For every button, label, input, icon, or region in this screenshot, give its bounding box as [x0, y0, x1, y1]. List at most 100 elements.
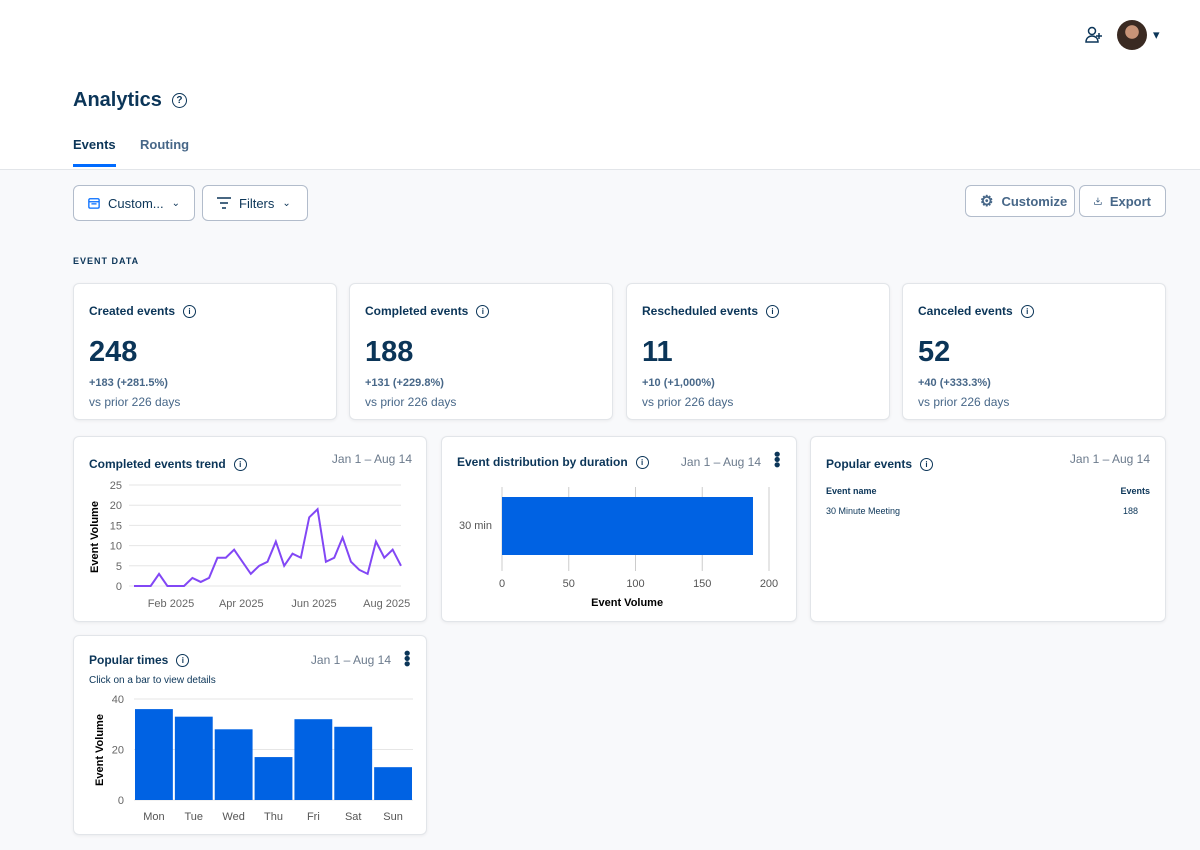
x-tick-label: 200: [760, 578, 778, 590]
y-axis-label: Event Volume: [94, 714, 106, 786]
x-tick-label: Apr 2025: [219, 598, 264, 610]
page-title: Analytics?: [73, 89, 187, 112]
column-header-event-name: Event name: [826, 486, 877, 496]
x-tick-label: 150: [693, 578, 711, 590]
stat-label-text: Completed events: [365, 304, 469, 318]
column-header-events: Events: [1120, 486, 1150, 496]
bar-thu: [254, 757, 293, 800]
stat-card: Completed events i 188 +131 (+229.8%) vs …: [349, 283, 613, 420]
x-tick-label: Sun: [383, 811, 403, 823]
y-tick-label: 30 min: [459, 520, 492, 532]
duration-bar-chart: 0 50 100 150 200 30 min Event Volume: [459, 487, 778, 609]
tab-events[interactable]: Events: [73, 137, 116, 167]
x-tick-label: 100: [626, 578, 644, 590]
stat-label-text: Rescheduled events: [642, 304, 759, 318]
stat-label-text: Created events: [89, 304, 176, 318]
gear-icon: ⚙: [980, 193, 994, 210]
info-icon[interactable]: i: [766, 304, 780, 318]
stat-compare: vs prior 226 days: [918, 395, 1010, 409]
info-icon[interactable]: i: [1020, 304, 1034, 318]
popular-times-card: Popular times i Jan 1 – Aug 14 ••• Click …: [73, 635, 427, 835]
bar-mon: [135, 709, 173, 800]
x-axis-label: Event Volume: [591, 597, 663, 609]
calendar-icon: [88, 198, 100, 209]
stat-card: Created events i 248 +183 (+281.5%) vs pr…: [73, 283, 337, 420]
x-tick-label: Aug 2025: [363, 598, 410, 610]
info-icon[interactable]: i: [920, 457, 934, 471]
stat-card: Rescheduled events i 11 +10 (+1,000%) vs …: [626, 283, 890, 420]
card-title-text: Popular events: [826, 457, 913, 471]
stat-compare: vs prior 226 days: [642, 395, 734, 409]
stat-compare: vs prior 226 days: [365, 395, 457, 409]
stat-value: 188: [365, 336, 414, 368]
info-icon[interactable]: i: [476, 304, 490, 318]
line-chart: 0 5 10 15 20 25 Feb 2025 Apr 2025 Jun 2025 Aug 20…: [89, 480, 410, 610]
x-tick-label: 0: [499, 578, 505, 590]
stat-label: Rescheduled events i: [642, 304, 780, 318]
download-icon: [1094, 197, 1102, 205]
add-user-icon[interactable]: [1085, 26, 1103, 44]
stat-label: Canceled events i: [918, 304, 1034, 318]
avatar[interactable]: [1117, 20, 1147, 50]
stat-delta: +183 (+281.5%): [89, 377, 168, 389]
header: ▾ Analytics? Events Routing: [0, 0, 1200, 170]
bar-fri: [294, 719, 333, 800]
stat-compare: vs prior 226 days: [89, 395, 181, 409]
event-name: 30 Minute Meeting: [826, 506, 901, 516]
stat-label-text: Canceled events: [918, 304, 1013, 318]
y-tick-label: 5: [116, 561, 122, 573]
customize-button[interactable]: ⚙ Customize: [965, 185, 1075, 217]
bar-wed: [214, 729, 253, 800]
bar-tue: [174, 716, 213, 800]
filter-icon: [217, 197, 231, 209]
duration-card: Event distribution by duration i Jan 1 – …: [441, 436, 797, 622]
bar-sat: [334, 726, 373, 800]
stat-value: 11: [642, 336, 673, 368]
y-axis-label: Event Volume: [89, 501, 101, 573]
stat-delta: +131 (+229.8%): [365, 377, 444, 389]
y-tick-label: 10: [110, 541, 122, 553]
export-label: Export: [1109, 193, 1151, 209]
x-tick-label: Fri: [307, 811, 320, 823]
trend-line: [134, 507, 402, 587]
stat-value: 52: [918, 336, 951, 368]
x-tick-label: Tue: [185, 811, 204, 823]
bar: [502, 497, 753, 555]
stat-value: 248: [89, 336, 138, 368]
card-title: Popular events i: [826, 457, 934, 471]
x-tick-label: Mon: [143, 811, 164, 823]
bar-sun: [374, 767, 412, 800]
chevron-down-icon: ⌄: [282, 197, 291, 209]
x-tick-label: Thu: [264, 811, 283, 823]
page-title-text: Analytics: [73, 89, 162, 111]
info-icon[interactable]: i: [183, 304, 197, 318]
stat-card: Canceled events i 52 +40 (+333.3%) vs pri…: [902, 283, 1166, 420]
trend-card: Completed events trend i Jan 1 – Aug 14 0…: [73, 436, 427, 622]
date-range-dropdown[interactable]: Custom... ⌄: [73, 185, 195, 221]
customize-label: Customize: [1001, 193, 1068, 209]
event-count: 188: [1122, 506, 1138, 516]
y-tick-label: 15: [110, 520, 122, 532]
y-tick-label: 40: [112, 694, 124, 706]
filters-dropdown[interactable]: Filters ⌄: [202, 185, 308, 221]
account-caret-icon[interactable]: ▾: [1153, 27, 1160, 43]
y-tick-label: 0: [116, 581, 122, 593]
export-button[interactable]: Export: [1079, 185, 1166, 217]
x-tick-label: 50: [563, 578, 575, 590]
x-tick-label: Jun 2025: [291, 598, 336, 610]
section-label: EVENT DATA: [73, 256, 140, 266]
popular-times-bar-chart: 0 20 40 Mon Tue Wed Thu Fri Sat Sun Event Volume: [94, 694, 413, 823]
help-icon[interactable]: ?: [171, 93, 187, 108]
popular-events-card: Popular events i Jan 1 – Aug 14 Event nam…: [810, 436, 1166, 622]
y-tick-label: 0: [118, 795, 124, 807]
x-tick-label: Sat: [345, 811, 362, 823]
y-tick-label: 20: [112, 745, 124, 757]
y-tick-label: 20: [110, 500, 122, 512]
stat-label: Completed events i: [365, 304, 490, 318]
tab-routing[interactable]: Routing: [140, 137, 189, 164]
chevron-down-icon: ⌄: [171, 197, 180, 209]
y-tick-label: 25: [110, 480, 122, 492]
x-tick-label: Feb 2025: [148, 598, 194, 610]
filters-label: Filters: [239, 195, 275, 211]
date-range: Jan 1 – Aug 14: [1069, 452, 1150, 466]
